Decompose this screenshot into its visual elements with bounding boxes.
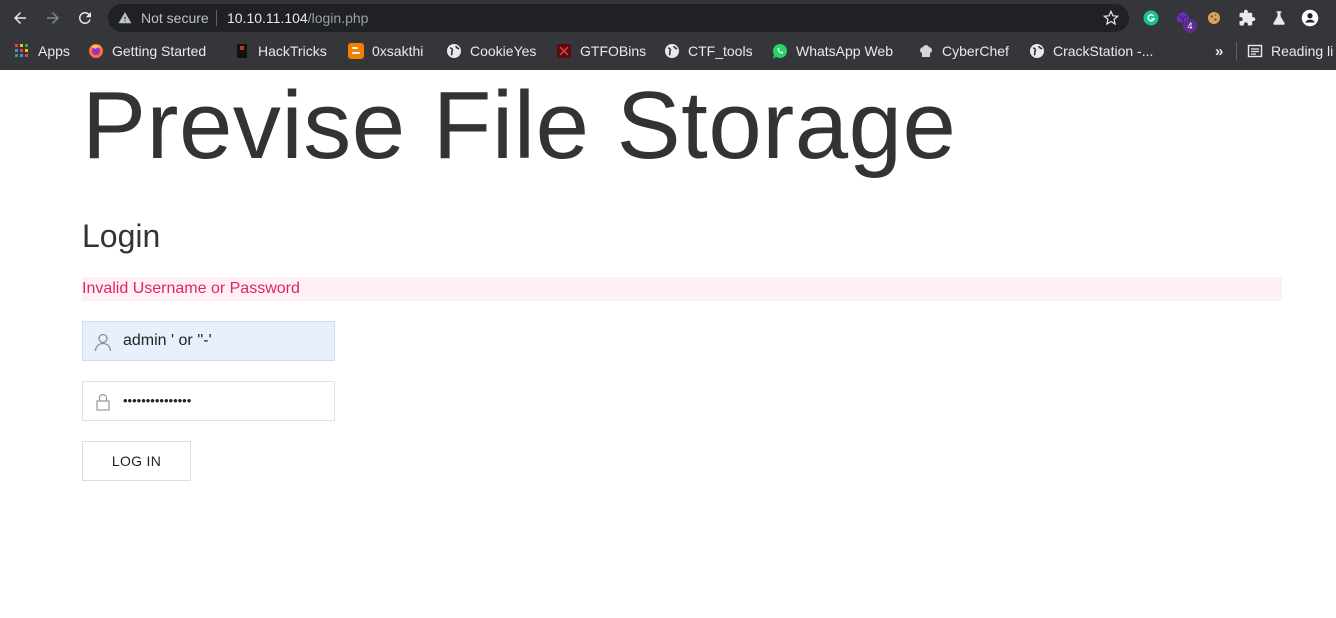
browser-toolbar: Not secure 10.10.11.104/login.php 4 <box>0 0 1336 36</box>
flask-icon <box>1273 11 1285 25</box>
bookmarks-divider <box>1236 42 1237 60</box>
globe-icon <box>1029 43 1045 59</box>
extensions-button[interactable] <box>1237 8 1257 28</box>
reload-icon <box>78 11 91 24</box>
grammarly-extension[interactable] <box>1141 8 1161 28</box>
password-value: ••••••••••••••• <box>123 393 192 408</box>
login-button[interactable]: LOG IN <box>82 441 191 481</box>
bookmark-label: HackTricks <box>258 43 327 59</box>
bookmark-label: Reading li <box>1271 43 1334 59</box>
page-content: Previse File Storage Login Invalid Usern… <box>0 70 1336 618</box>
url-host: 10.10.11.104 <box>227 10 308 26</box>
avatar-icon <box>1301 9 1319 27</box>
reading-list[interactable]: Reading li <box>1247 41 1333 61</box>
chef-hat-icon <box>918 43 934 59</box>
bookmark-label: 0xsakthi <box>372 43 424 59</box>
extension-badge: 4 <box>1183 19 1197 33</box>
reload-button[interactable] <box>73 6 97 30</box>
cookie-extension[interactable] <box>1204 8 1224 28</box>
url-text[interactable]: 10.10.11.104/login.php <box>227 10 368 26</box>
site-title: Previse File Storage <box>82 72 957 179</box>
bookmark-label: GTFOBins <box>580 43 647 59</box>
bookmark-label: Getting Started <box>112 43 207 59</box>
bookmark-ctf-tools[interactable]: CTF_tools <box>664 41 753 61</box>
cookie-icon <box>1208 12 1220 24</box>
bookmark-label: CrackStation -... <box>1053 43 1154 59</box>
hacktricks-icon <box>234 43 250 59</box>
username-value: admin ' or ''-' <box>123 332 212 349</box>
globe-icon <box>446 43 462 59</box>
bookmarks-bar: Apps Getting Started HackTricks 0xsakthi… <box>0 36 1336 66</box>
forward-button[interactable] <box>41 6 65 30</box>
bookmark-gtfobins[interactable]: GTFOBins <box>556 41 646 61</box>
profile-button[interactable] <box>1300 8 1320 28</box>
grammarly-icon <box>1143 10 1159 26</box>
firefox-icon <box>88 43 104 59</box>
apps-grid-icon <box>14 43 30 59</box>
bookmark-label: CyberChef <box>942 43 1009 59</box>
bookmark-cyberchef[interactable]: CyberChef <box>918 41 1009 61</box>
bookmark-label: WhatsApp Web <box>796 43 894 59</box>
bookmark-hacktricks[interactable]: HackTricks <box>234 41 327 61</box>
globe-icon <box>664 43 680 59</box>
star-icon[interactable] <box>1103 10 1119 26</box>
arrow-right-icon <box>47 12 59 24</box>
bookmark-label: CTF_tools <box>688 43 753 59</box>
login-heading: Login <box>82 218 161 254</box>
whatsapp-icon <box>772 43 788 59</box>
more-bookmarks-button[interactable]: » <box>1215 43 1223 60</box>
security-label[interactable]: Not secure <box>141 10 209 26</box>
username-field[interactable]: admin ' or ''-' <box>82 321 335 361</box>
bookmark-crackstation[interactable]: CrackStation -... <box>1029 41 1153 61</box>
error-alert: Invalid Username or Password <box>82 277 1282 301</box>
error-message: Invalid Username or Password <box>82 280 300 297</box>
bookmark-label: CookieYes <box>470 43 537 59</box>
address-bar[interactable]: Not secure 10.10.11.104/login.php <box>108 4 1129 32</box>
blogger-icon <box>348 43 364 59</box>
gtfobins-icon <box>556 43 572 59</box>
bookmark-getting-started[interactable]: Getting Started <box>88 41 206 61</box>
labs-button[interactable] <box>1269 8 1289 28</box>
warning-icon[interactable] <box>118 11 132 25</box>
reading-list-icon <box>1247 43 1263 59</box>
browser-chrome: Not secure 10.10.11.104/login.php 4 Apps… <box>0 0 1336 70</box>
bookmark-0xsakthi[interactable]: 0xsakthi <box>348 41 423 61</box>
arrow-left-icon <box>14 12 26 24</box>
puzzle-icon <box>1239 9 1256 26</box>
omnibox-divider <box>216 10 217 26</box>
bookmark-whatsapp[interactable]: WhatsApp Web <box>772 41 893 61</box>
user-icon <box>94 333 112 352</box>
bookmark-apps[interactable]: Apps <box>14 41 70 61</box>
lock-icon <box>96 393 110 411</box>
login-button-label: LOG IN <box>111 453 162 469</box>
url-path: /login.php <box>307 10 369 26</box>
back-button[interactable] <box>8 6 32 30</box>
bookmark-cookieyes[interactable]: CookieYes <box>446 41 536 61</box>
bookmark-label: Apps <box>38 43 70 59</box>
password-field[interactable]: ••••••••••••••• <box>82 381 335 421</box>
